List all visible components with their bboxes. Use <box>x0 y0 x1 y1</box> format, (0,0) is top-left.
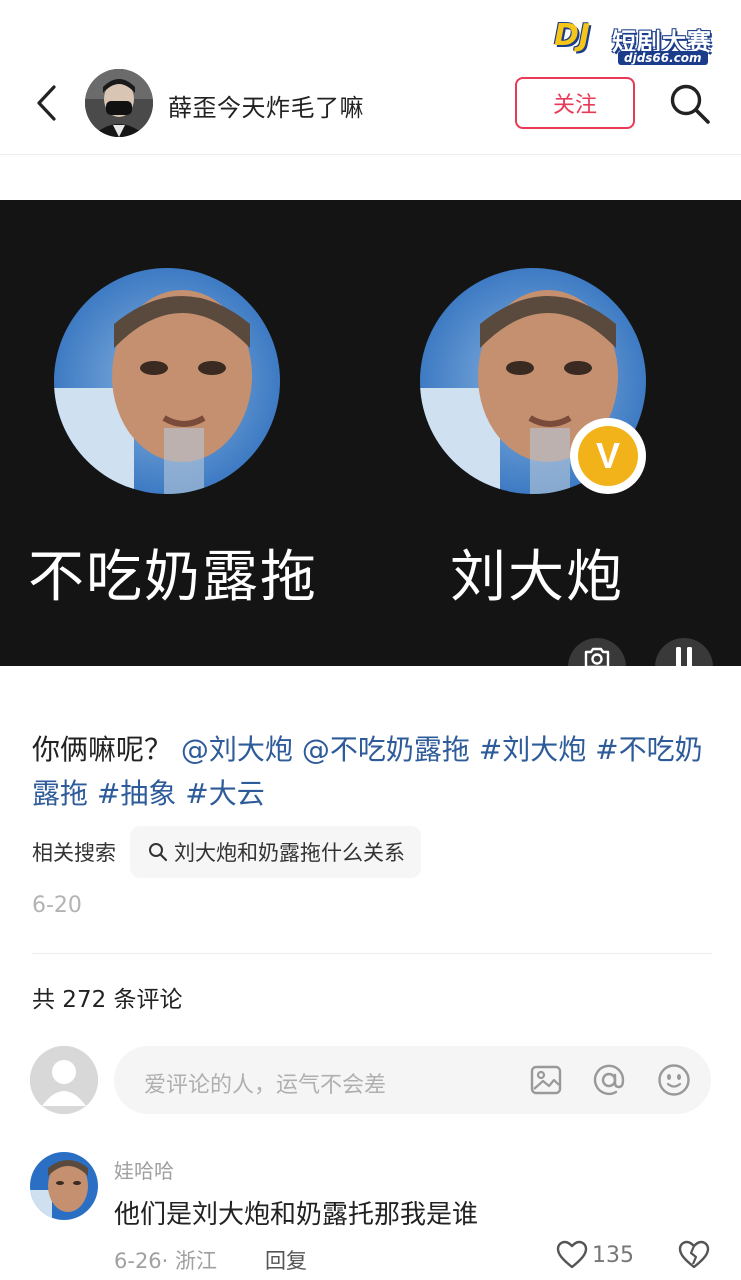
author-name[interactable]: 薛歪今天炸毛了嘛 <box>168 88 364 123</box>
comment-input[interactable]: 爱评论的人，运气不会差 <box>114 1046 711 1114</box>
related-search: 相关搜索 刘大炮和奶露拖什么关系 <box>32 826 421 878</box>
emoji-button[interactable] <box>656 1062 692 1098</box>
top-bar: 薛歪今天炸毛了嘛 关注 DJ 短剧大赛 djds66.com <box>0 0 741 155</box>
search-button[interactable] <box>666 80 714 128</box>
mention-link[interactable]: @刘大炮 <box>181 733 293 766</box>
mention-link[interactable]: @不吃奶露拖 <box>302 733 470 766</box>
follow-button[interactable]: 关注 <box>515 77 635 129</box>
like-count: 135 <box>592 1242 634 1268</box>
watermark: DJ 短剧大赛 djds66.com <box>554 18 718 68</box>
author-avatar[interactable] <box>85 69 153 137</box>
right-user-label: 刘大炮 <box>450 545 624 610</box>
verified-badge-letter: V <box>578 426 638 486</box>
related-search-chip[interactable]: 刘大炮和奶露拖什么关系 <box>130 826 421 878</box>
divider <box>32 953 712 954</box>
at-icon <box>593 1064 625 1096</box>
screenshot-button[interactable] <box>568 638 626 666</box>
hashtag-link[interactable]: #抽象 <box>97 777 176 810</box>
related-search-label: 相关搜索 <box>32 841 116 865</box>
commenter-avatar[interactable] <box>30 1152 98 1220</box>
watermark-url: djds66.com <box>618 51 708 65</box>
post-image[interactable]: V 不吃奶露拖 刘大炮 <box>0 200 741 666</box>
comment-text: 他们是刘大炮和奶露托那我是谁 <box>114 1200 479 1230</box>
camera-icon <box>584 647 610 666</box>
my-avatar <box>30 1046 98 1114</box>
comment-meta: 6-26· 浙江 <box>114 1249 218 1273</box>
author-avatar-image <box>85 69 153 137</box>
watermark-logo: DJ <box>554 18 591 53</box>
broken-heart-icon <box>678 1240 710 1269</box>
caption-text: 你俩嘛呢？ <box>32 733 173 766</box>
post-date: 6-20 <box>32 893 82 918</box>
heart-icon <box>556 1240 588 1269</box>
hashtag-link[interactable]: #大云 <box>185 777 264 810</box>
post-caption: 你俩嘛呢？ @刘大炮 @不吃奶露拖 #刘大炮 #不吃奶露拖 #抽象 #大云 <box>32 728 712 816</box>
reply-button[interactable]: 回复 <box>265 1245 307 1275</box>
mention-button[interactable] <box>591 1062 627 1098</box>
left-avatar-image <box>54 268 280 494</box>
image-button[interactable] <box>528 1062 564 1098</box>
chevron-left-icon <box>37 85 56 121</box>
left-user-label: 不吃奶露拖 <box>28 545 318 610</box>
hashtag-link[interactable]: #刘大炮 <box>479 733 586 766</box>
search-icon <box>670 84 710 124</box>
pause-icon <box>676 647 692 666</box>
back-button[interactable] <box>26 82 66 124</box>
dislike-button[interactable] <box>678 1240 710 1274</box>
like-button[interactable]: 135 <box>556 1240 634 1270</box>
verified-badge: V <box>570 418 646 494</box>
related-search-query: 刘大炮和奶露拖什么关系 <box>174 841 405 865</box>
comment-count: 共 272 条评论 <box>32 987 183 1013</box>
pause-button[interactable] <box>655 638 713 666</box>
commenter-name[interactable]: 娃哈哈 <box>114 1155 174 1184</box>
search-icon <box>149 843 168 862</box>
emoji-icon <box>658 1064 690 1096</box>
image-icon <box>530 1065 562 1095</box>
comment-input-placeholder: 爱评论的人，运气不会差 <box>144 1073 387 1098</box>
